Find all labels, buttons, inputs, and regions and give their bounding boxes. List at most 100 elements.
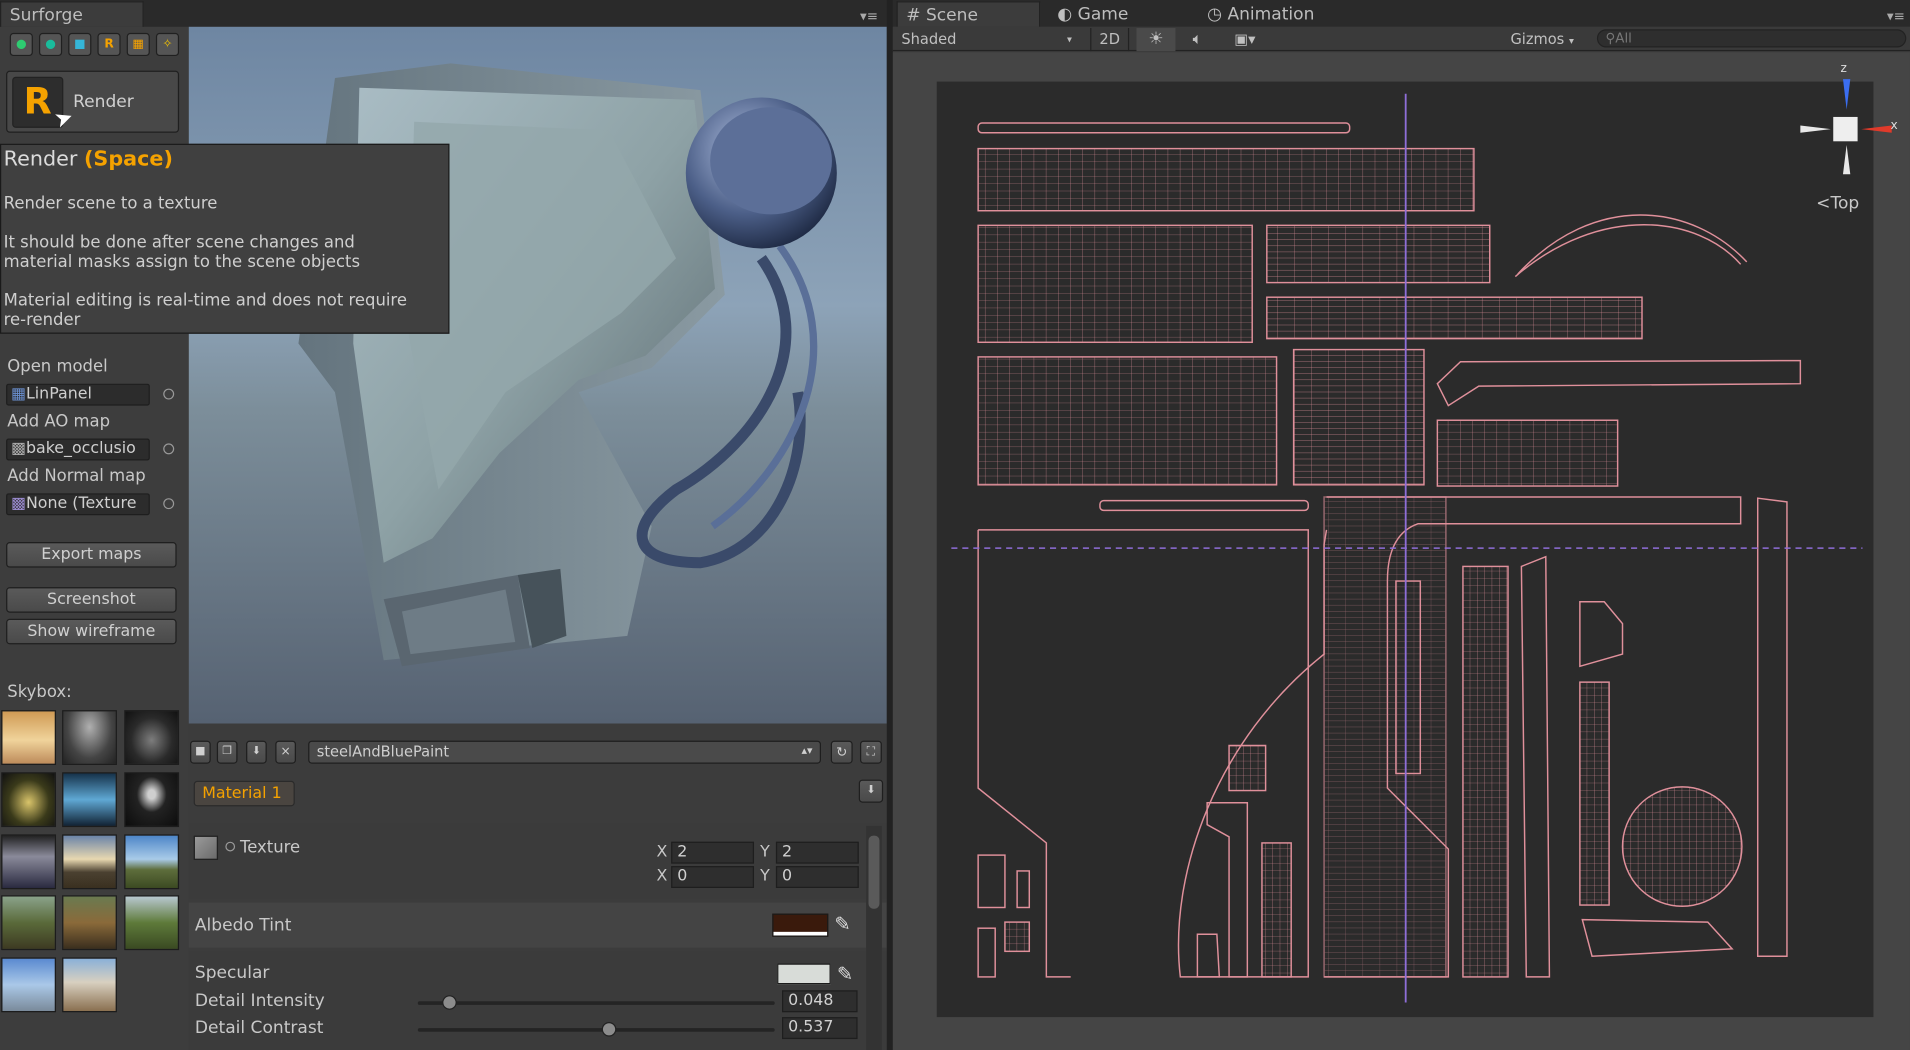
tiling-x-field[interactable]: 2 bbox=[671, 841, 755, 864]
audio-toggle-icon[interactable]: 🔈︎ bbox=[1180, 28, 1214, 51]
surforge-tab[interactable]: Surforge bbox=[0, 1, 144, 27]
2d-toggle[interactable]: 2D bbox=[1090, 28, 1130, 52]
tooltip-line1: Render scene to a texture bbox=[3, 193, 218, 214]
ao-picker-icon[interactable] bbox=[163, 443, 175, 455]
tab-animation[interactable]: ◷ Animation bbox=[1199, 1, 1357, 27]
offset-y-field[interactable]: 0 bbox=[775, 866, 859, 888]
export-maps-button[interactable]: Export maps bbox=[6, 542, 177, 568]
detail-contrast-track[interactable] bbox=[417, 1021, 775, 1037]
surforge-title: Surforge bbox=[9, 6, 83, 26]
axis-x-label: x bbox=[1890, 119, 1898, 133]
texture-label: Texture bbox=[239, 838, 301, 858]
specular-color-swatch[interactable] bbox=[777, 963, 831, 985]
lighting-toggle-icon[interactable]: ☀ bbox=[1136, 28, 1176, 52]
gizmos-dropdown[interactable]: Gizmos ▾ bbox=[1510, 28, 1586, 51]
add-normal-label: Add Normal map bbox=[7, 466, 146, 487]
model-field[interactable]: ▦LinPanel bbox=[6, 383, 150, 406]
uv-wireframe bbox=[951, 93, 1863, 1003]
tiling-y-field[interactable]: 2 bbox=[775, 841, 859, 864]
tab-icon: # bbox=[906, 6, 926, 26]
panel-menu-icon[interactable]: ▾≡ bbox=[860, 9, 878, 25]
texture-icon: ▩ bbox=[10, 439, 26, 459]
open-model-label: Open model bbox=[7, 356, 108, 377]
offset-x-field[interactable]: 0 bbox=[671, 866, 755, 888]
pin-icon[interactable]: ⬇ bbox=[858, 779, 884, 803]
stop-icon[interactable]: ■ bbox=[190, 740, 211, 764]
green-sphere-icon[interactable]: ● bbox=[9, 32, 33, 57]
tab-game[interactable]: ◐ Game bbox=[1049, 1, 1193, 27]
model-viewport[interactable] bbox=[188, 26, 887, 724]
tiling-x-label: X bbox=[656, 842, 668, 862]
skybox-thumb[interactable] bbox=[1, 834, 57, 890]
expand-icon[interactable]: ⛶ bbox=[859, 740, 882, 764]
copy-icon[interactable]: ❐ bbox=[216, 740, 238, 764]
preset-dropdown[interactable]: steelAndBluePaint ▴▾ bbox=[308, 740, 821, 764]
material-scrollbar[interactable] bbox=[866, 825, 882, 1050]
scene-search-input[interactable]: ⚲All bbox=[1596, 29, 1907, 48]
pattern-icon[interactable]: ▦ bbox=[126, 32, 150, 57]
show-wireframe-button[interactable]: Show wireframe bbox=[6, 618, 177, 645]
texture-swatch[interactable] bbox=[193, 835, 219, 860]
axis-gizmo-icon bbox=[1800, 79, 1892, 175]
skybox-thumb[interactable] bbox=[1, 895, 57, 951]
tab-label: Scene bbox=[925, 6, 978, 26]
close-icon[interactable]: × bbox=[275, 740, 296, 764]
specular-label: Specular bbox=[194, 963, 270, 984]
gizmos-label: Gizmos bbox=[1510, 30, 1565, 48]
skybox-thumb[interactable] bbox=[62, 834, 117, 890]
model-value: LinPanel bbox=[25, 384, 92, 404]
axis-z-label: z bbox=[1840, 62, 1847, 76]
refresh-icon[interactable]: ↻ bbox=[830, 740, 853, 764]
skybox-thumb[interactable] bbox=[1, 957, 57, 1013]
teal-sphere-icon[interactable]: ● bbox=[38, 32, 63, 57]
ao-field[interactable]: ▩bake_occlusio bbox=[6, 438, 150, 461]
preset-value: steelAndBluePaint bbox=[316, 743, 450, 761]
detail-intensity-track[interactable] bbox=[417, 995, 775, 1010]
tab-scene[interactable]: # Scene bbox=[896, 1, 1041, 27]
skybox-thumb[interactable] bbox=[124, 710, 180, 765]
texture-picker-icon[interactable] bbox=[225, 841, 236, 852]
skybox-thumb[interactable] bbox=[62, 772, 117, 828]
detail-intensity-handle[interactable] bbox=[442, 995, 457, 1010]
view-label[interactable]: <Top bbox=[1816, 194, 1859, 213]
scrollbar-thumb[interactable] bbox=[868, 835, 880, 909]
offset-y-label: Y bbox=[760, 867, 770, 886]
effects-dropdown-icon[interactable]: ▣▾ bbox=[1222, 28, 1268, 51]
skybox-thumb[interactable] bbox=[62, 710, 117, 765]
render-button[interactable]: R Render ➤ bbox=[6, 70, 180, 134]
cube-icon[interactable]: ■ bbox=[68, 32, 92, 57]
skybox-thumb[interactable] bbox=[1, 772, 57, 828]
eyedropper-icon[interactable]: ✎ bbox=[837, 962, 853, 985]
albedo-color-swatch[interactable] bbox=[772, 913, 829, 937]
detail-intensity-field[interactable]: 0.048 bbox=[782, 990, 858, 1013]
skybox-thumb[interactable] bbox=[124, 895, 180, 951]
render-r-icon[interactable]: R bbox=[97, 32, 121, 57]
skybox-thumb[interactable] bbox=[124, 834, 180, 890]
normal-value: None (Texture bbox=[25, 494, 137, 513]
screenshot-button[interactable]: Screenshot bbox=[6, 587, 177, 613]
chevron-down-icon: ▾ bbox=[1067, 34, 1072, 46]
detail-contrast-field[interactable]: 0.537 bbox=[782, 1017, 858, 1040]
texture-icon: ▩ bbox=[10, 494, 26, 513]
orientation-gizmo[interactable]: z x <Top bbox=[1791, 62, 1907, 219]
skybox-thumb[interactable] bbox=[1, 710, 57, 765]
shading-dropdown[interactable]: Shaded ▾ bbox=[901, 28, 1084, 51]
panel-model-render bbox=[298, 63, 837, 667]
skybox-thumb[interactable] bbox=[124, 772, 180, 828]
normal-picker-icon[interactable] bbox=[163, 498, 175, 510]
view-label-text: Top bbox=[1830, 193, 1860, 214]
alpha-bar bbox=[773, 931, 828, 936]
eyedropper-icon[interactable]: ✎ bbox=[834, 912, 850, 935]
albedo-tint-label: Albedo Tint bbox=[194, 916, 292, 936]
model-picker-icon[interactable] bbox=[163, 388, 175, 400]
magic-icon[interactable]: ✧ bbox=[155, 32, 180, 57]
save-icon[interactable]: ⬇ bbox=[246, 740, 267, 764]
skybox-thumb[interactable] bbox=[62, 895, 117, 951]
skybox-thumb[interactable] bbox=[62, 957, 117, 1013]
chevron-down-icon: ▾ bbox=[1568, 35, 1574, 47]
offset-x-label: X bbox=[656, 867, 668, 886]
scene-menu-icon[interactable]: ▾≡ bbox=[1887, 9, 1905, 25]
uv-layout-canvas bbox=[936, 81, 1874, 1018]
tab-material-1[interactable]: Material 1 bbox=[193, 780, 295, 807]
normal-field[interactable]: ▩None (Texture bbox=[6, 493, 150, 516]
